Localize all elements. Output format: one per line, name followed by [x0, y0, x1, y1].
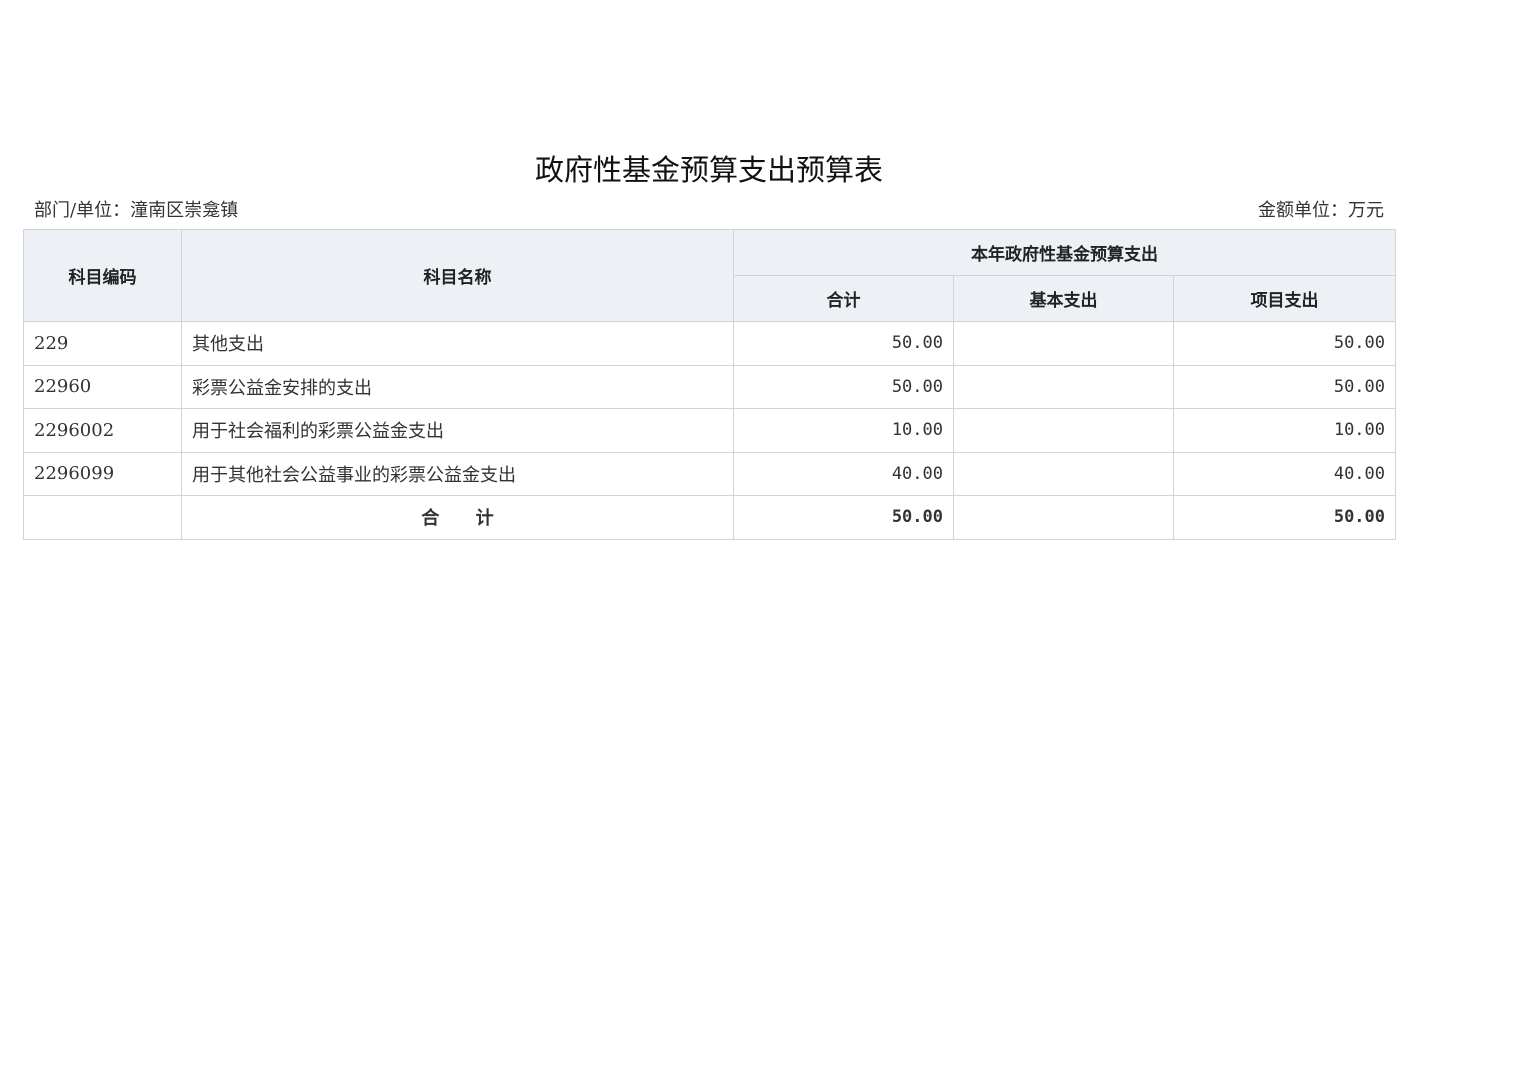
header-project: 项目支出: [1172, 275, 1397, 322]
row-project: 40.00: [1172, 451, 1397, 496]
amount-unit-label: 金额单位：万元: [1258, 200, 1384, 221]
page-title: 政府性基金预算支出预算表: [534, 153, 883, 187]
row-basic: [953, 321, 1174, 366]
table-row: 229 其他支出 50.00 50.00: [23, 321, 1397, 366]
header-code: 科目编码: [23, 229, 182, 322]
row-name: 其他支出: [181, 321, 734, 366]
row-code: 22960: [23, 364, 182, 409]
row-basic: [953, 451, 1174, 496]
row-basic: [953, 408, 1174, 453]
table-row: 22960 彩票公益金安排的支出 50.00 50.00: [23, 364, 1397, 409]
total-basic: [953, 495, 1174, 540]
row-name: 彩票公益金安排的支出: [181, 364, 734, 409]
total-code-cell: [23, 495, 182, 540]
total-row: 合 计 50.00 50.00: [23, 495, 1397, 540]
row-project: 10.00: [1172, 408, 1397, 453]
row-code: 229: [23, 321, 182, 366]
row-name: 用于其他社会公益事业的彩票公益金支出: [181, 451, 734, 496]
row-code: 2296002: [23, 408, 182, 453]
total-label: 合 计: [181, 495, 734, 540]
table-header: 科目编码 科目名称 本年政府性基金预算支出 合计 基本支出 项目支出: [23, 229, 1397, 322]
row-total: 40.00: [733, 451, 954, 496]
table-row: 2296099 用于其他社会公益事业的彩票公益金支出 40.00 40.00: [23, 451, 1397, 496]
header-group: 本年政府性基金预算支出: [732, 229, 1397, 276]
table-row: 2296002 用于社会福利的彩票公益金支出 10.00 10.00: [23, 408, 1397, 453]
header-name: 科目名称: [181, 229, 734, 322]
row-basic: [953, 364, 1174, 409]
row-project: 50.00: [1172, 321, 1397, 366]
row-name: 用于社会福利的彩票公益金支出: [181, 408, 734, 453]
budget-table: 科目编码 科目名称 本年政府性基金预算支出 合计 基本支出 项目支出 229 其…: [23, 229, 1397, 540]
header-total: 合计: [733, 275, 954, 322]
department-label: 部门/单位：潼南区崇龛镇: [34, 200, 239, 221]
table-body: 229 其他支出 50.00 50.00 22960 彩票公益金安排的支出 50…: [23, 321, 1397, 540]
row-total: 50.00: [733, 321, 954, 366]
total-project: 50.00: [1172, 495, 1397, 540]
row-project: 50.00: [1172, 364, 1397, 409]
row-total: 50.00: [733, 364, 954, 409]
header-basic: 基本支出: [953, 275, 1174, 322]
row-code: 2296099: [23, 451, 182, 496]
total-sum: 50.00: [733, 495, 954, 540]
row-total: 10.00: [733, 408, 954, 453]
